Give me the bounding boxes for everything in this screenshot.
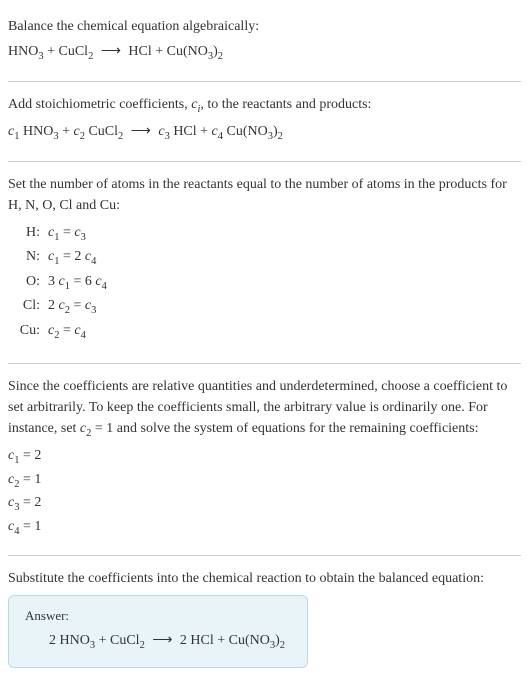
atoms-section: Set the number of atoms in the reactants… <box>8 166 521 359</box>
atom-eq: c1 = c3 <box>48 222 86 247</box>
atom-eq: 2 c2 = c3 <box>48 295 96 320</box>
atom-label: N: <box>16 246 48 268</box>
atoms-row: Cl: 2 c2 = c3 <box>16 295 521 320</box>
atom-label: O: <box>16 271 48 293</box>
coeffs-list: c1 = 2 c2 = 1 c3 = 2 c4 = 1 <box>8 445 521 539</box>
arbitrary-text: Since the coefficients are relative quan… <box>8 376 521 442</box>
atom-label: Cu: <box>16 320 48 342</box>
atom-eq: 3 c1 = 6 c4 <box>48 271 107 296</box>
intro-equation: HNO3 + CuCl2 ⟶ HCl + Cu(NO3)2 <box>8 41 521 65</box>
atoms-row: N: c1 = 2 c4 <box>16 246 521 271</box>
coeff-line: c4 = 1 <box>8 516 521 540</box>
substitute-section: Substitute the coefficients into the che… <box>8 560 521 676</box>
arbitrary-section: Since the coefficients are relative quan… <box>8 368 521 552</box>
atoms-table: H: c1 = c3 N: c1 = 2 c4 O: 3 c1 = 6 c4 C… <box>16 222 521 345</box>
stoich-text: Add stoichiometric coefficients, ci, to … <box>8 94 521 118</box>
divider <box>8 555 521 556</box>
coeff-line: c1 = 2 <box>8 445 521 469</box>
answer-label: Answer: <box>25 606 291 626</box>
answer-equation: 2 HNO3 + CuCl2 ⟶ 2 HCl + Cu(NO3)2 <box>25 630 291 654</box>
atoms-row: O: 3 c1 = 6 c4 <box>16 271 521 296</box>
atom-eq: c2 = c4 <box>48 320 86 345</box>
atoms-row: Cu: c2 = c4 <box>16 320 521 345</box>
atoms-row: H: c1 = c3 <box>16 222 521 247</box>
intro-text: Balance the chemical equation algebraica… <box>8 16 521 37</box>
divider <box>8 363 521 364</box>
stoich-equation: c1 HNO3 + c2 CuCl2 ⟶ c3 HCl + c4 Cu(NO3)… <box>8 121 521 145</box>
atoms-intro: Set the number of atoms in the reactants… <box>8 174 521 216</box>
atom-eq: c1 = 2 c4 <box>48 246 96 271</box>
atom-label: Cl: <box>16 295 48 317</box>
intro-section: Balance the chemical equation algebraica… <box>8 8 521 77</box>
answer-box: Answer: 2 HNO3 + CuCl2 ⟶ 2 HCl + Cu(NO3)… <box>8 595 308 668</box>
coeff-line: c3 = 2 <box>8 492 521 516</box>
divider <box>8 81 521 82</box>
substitute-text: Substitute the coefficients into the che… <box>8 568 521 589</box>
atom-label: H: <box>16 222 48 244</box>
coeff-line: c2 = 1 <box>8 469 521 493</box>
divider <box>8 161 521 162</box>
stoich-section: Add stoichiometric coefficients, ci, to … <box>8 86 521 157</box>
